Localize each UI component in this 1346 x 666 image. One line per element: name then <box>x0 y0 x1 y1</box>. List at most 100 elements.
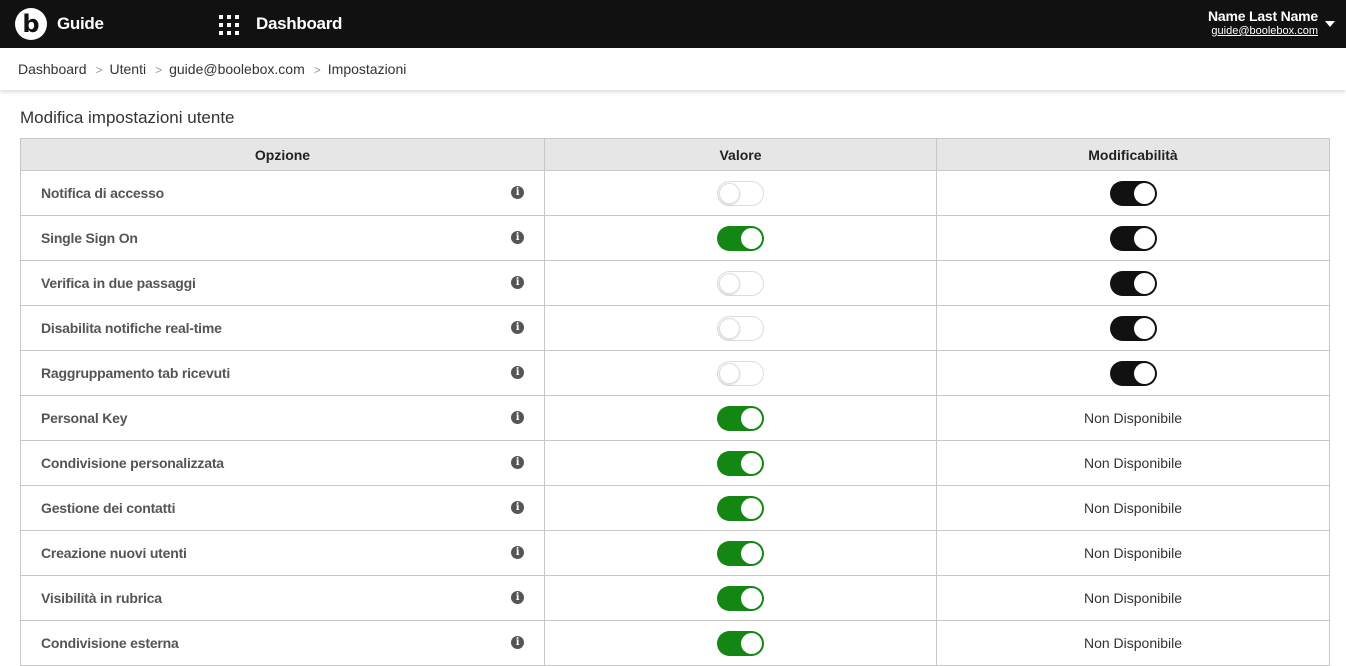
info-icon[interactable]: i <box>511 546 524 559</box>
editable-cell <box>936 305 1330 351</box>
toggle-knob <box>719 317 740 339</box>
editable-status: Non Disponibile <box>936 485 1330 531</box>
table-row: Raggruppamento tab ricevuti i <box>20 350 1330 396</box>
editable-toggle[interactable] <box>1109 360 1157 386</box>
user-name: Name Last Name <box>1207 8 1318 24</box>
chevron-down-icon[interactable] <box>1325 21 1335 27</box>
info-icon[interactable]: i <box>511 501 524 514</box>
info-icon[interactable]: i <box>511 411 524 424</box>
info-icon[interactable]: i <box>511 366 524 379</box>
editable-status: Non Disponibile <box>936 395 1330 441</box>
info-icon[interactable]: i <box>511 636 524 649</box>
option-label: Verifica in due passaggi <box>41 275 196 291</box>
value-cell <box>544 620 937 666</box>
editable-toggle[interactable] <box>1109 315 1157 341</box>
option-cell: Gestione dei contatti i <box>20 485 545 531</box>
column-header-option: Opzione <box>20 138 545 171</box>
value-toggle[interactable] <box>717 630 764 656</box>
table-header-row: Opzione Valore Modificabilità <box>20 138 1330 171</box>
option-cell: Visibilità in rubrica i <box>20 575 545 621</box>
editable-status: Non Disponibile <box>936 620 1330 666</box>
option-cell: Condivisione personalizzata i <box>20 440 545 486</box>
info-icon[interactable]: i <box>511 456 524 469</box>
table-row: Verifica in due passaggi i <box>20 260 1330 306</box>
toggle-knob <box>1133 182 1155 204</box>
value-toggle[interactable] <box>717 585 764 611</box>
breadcrumb-bar: Dashboard > Utenti > guide@boolebox.com > Impo… <box>0 48 1346 90</box>
option-label: Disabilita notifiche real-time <box>41 320 222 336</box>
table-row: Disabilita notifiche real-time i <box>20 305 1330 351</box>
editable-toggle[interactable] <box>1109 270 1157 296</box>
table-row: Condivisione esterna i Non Disponibile <box>20 620 1330 666</box>
table-row: Creazione nuovi utenti i Non Disponibile <box>20 530 1330 576</box>
editable-toggle[interactable] <box>1109 180 1157 206</box>
editable-cell <box>936 350 1330 396</box>
value-cell <box>544 575 937 621</box>
value-cell <box>544 440 937 486</box>
toggle-knob <box>741 452 762 474</box>
user-menu[interactable]: Name Last Name guide@boolebox.com <box>1208 8 1318 38</box>
editable-cell <box>936 260 1330 306</box>
toggle-knob <box>741 587 762 609</box>
editable-status: Non Disponibile <box>936 575 1330 621</box>
option-cell: Raggruppamento tab ricevuti i <box>20 350 545 396</box>
toggle-knob <box>719 182 740 204</box>
value-toggle[interactable] <box>717 225 764 251</box>
breadcrumb-dashboard[interactable]: Dashboard <box>18 61 87 77</box>
toggle-knob <box>1133 317 1155 339</box>
value-toggle[interactable] <box>717 360 764 386</box>
option-cell: Personal Key i <box>20 395 545 441</box>
editable-toggle[interactable] <box>1109 225 1157 251</box>
toggle-knob <box>719 272 740 294</box>
option-label: Condivisione personalizzata <box>41 455 224 471</box>
breadcrumb-separator: > <box>95 63 103 77</box>
value-cell <box>544 395 937 441</box>
value-toggle[interactable] <box>717 405 764 431</box>
editable-cell <box>936 215 1330 261</box>
breadcrumb-user[interactable]: guide@boolebox.com <box>169 61 305 77</box>
breadcrumb: Dashboard > Utenti > guide@boolebox.com > Impo… <box>18 61 406 77</box>
toggle-knob <box>741 632 762 654</box>
value-cell <box>544 305 937 351</box>
option-label: Condivisione esterna <box>41 635 179 651</box>
value-toggle[interactable] <box>717 495 764 521</box>
value-cell <box>544 260 937 306</box>
info-icon[interactable]: i <box>511 591 524 604</box>
toggle-knob <box>741 407 762 429</box>
table-row: Personal Key i Non Disponibile <box>20 395 1330 441</box>
column-header-editable: Modificabilità <box>936 138 1330 171</box>
info-icon[interactable]: i <box>511 321 524 334</box>
option-cell: Verifica in due passaggi i <box>20 260 545 306</box>
value-toggle[interactable] <box>717 315 764 341</box>
breadcrumb-utenti[interactable]: Utenti <box>110 61 147 77</box>
apps-grid-icon[interactable] <box>219 15 239 35</box>
option-label: Creazione nuovi utenti <box>41 545 187 561</box>
value-toggle[interactable] <box>717 540 764 566</box>
top-bar: b Guide Dashboard Name Last Name guide@b… <box>0 0 1346 48</box>
table-row: Notifica di accesso i <box>20 170 1330 216</box>
value-toggle[interactable] <box>717 270 764 296</box>
value-toggle[interactable] <box>717 180 764 206</box>
breadcrumb-separator: > <box>155 63 163 77</box>
column-header-value: Valore <box>544 138 937 171</box>
info-icon[interactable]: i <box>511 186 524 199</box>
boolebox-logo[interactable]: b <box>15 8 47 40</box>
info-icon[interactable]: i <box>511 231 524 244</box>
option-label: Gestione dei contatti <box>41 500 176 516</box>
user-email: guide@boolebox.com <box>1211 25 1318 37</box>
settings-table: Opzione Valore Modificabilità Notifica d… <box>20 138 1330 666</box>
option-cell: Creazione nuovi utenti i <box>20 530 545 576</box>
value-cell <box>544 350 937 396</box>
value-cell <box>544 530 937 576</box>
option-cell: Single Sign On i <box>20 215 545 261</box>
option-label: Single Sign On <box>41 230 138 246</box>
toggle-knob <box>1133 362 1155 384</box>
value-toggle[interactable] <box>717 450 764 476</box>
section-title[interactable]: Dashboard <box>256 14 342 34</box>
breadcrumb-separator: > <box>313 63 321 77</box>
info-icon[interactable]: i <box>511 276 524 289</box>
value-cell <box>544 485 937 531</box>
option-cell: Notifica di accesso i <box>20 170 545 216</box>
toggle-knob <box>741 497 762 519</box>
table-row: Gestione dei contatti i Non Disponibile <box>20 485 1330 531</box>
